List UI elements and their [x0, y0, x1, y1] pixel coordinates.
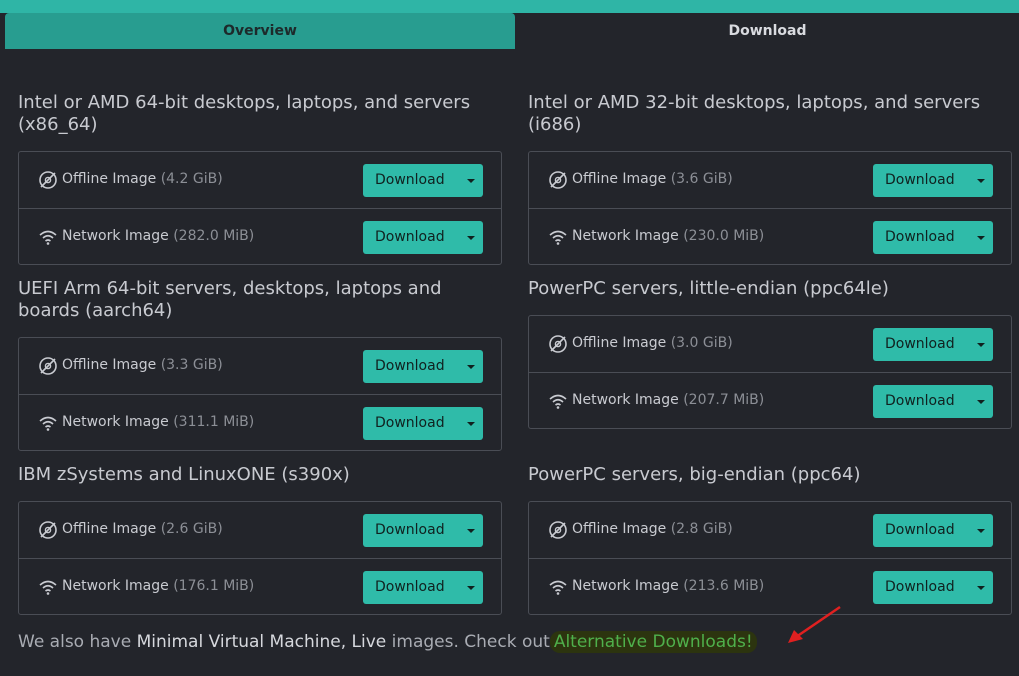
tab-overview[interactable]: Overview: [5, 13, 515, 49]
row-label: Offline Image (4.2 GiB): [62, 171, 223, 187]
download-button[interactable]: Download: [873, 221, 993, 254]
section-x86_64: Intel or AMD 64-bit desktops, laptops, a…: [18, 92, 502, 265]
footer-note: We also have Minimal Virtual Machine, Li…: [18, 631, 757, 653]
offline-image-row: Offline Image (3.0 GiB) Download: [529, 316, 1011, 372]
footer-middle: images. Check out: [391, 632, 550, 652]
caret-down-icon[interactable]: [977, 400, 985, 404]
download-button[interactable]: Download: [363, 571, 483, 604]
offline-image-row: Offline Image (3.6 GiB) Download: [529, 152, 1011, 208]
network-image-row: Network Image (213.6 MiB) Download: [529, 558, 1011, 614]
row-label: Network Image (176.1 MiB): [62, 578, 255, 594]
footer-live: Live: [351, 632, 387, 652]
disc-icon: [549, 335, 567, 353]
disc-icon: [39, 521, 57, 539]
caret-down-icon[interactable]: [467, 365, 475, 369]
download-button[interactable]: Download: [363, 514, 483, 547]
section-ppc64le: PowerPC servers, little-endian (ppc64le)…: [528, 278, 1012, 429]
row-label: Network Image (207.7 MiB): [572, 392, 765, 408]
section-aarch64: UEFI Arm 64-bit servers, desktops, lapto…: [18, 278, 502, 451]
wifi-icon: [549, 580, 567, 595]
caret-down-icon[interactable]: [977, 586, 985, 590]
caret-down-icon[interactable]: [977, 236, 985, 240]
caret-down-icon[interactable]: [467, 236, 475, 240]
download-button[interactable]: Download: [873, 385, 993, 418]
row-label: Offline Image (3.6 GiB): [572, 171, 733, 187]
offline-image-row: Offline Image (3.3 GiB) Download: [19, 338, 501, 394]
download-button[interactable]: Download: [363, 164, 483, 197]
download-button[interactable]: Download: [873, 164, 993, 197]
row-label: Offline Image (2.8 GiB): [572, 521, 733, 537]
row-label: Offline Image (3.0 GiB): [572, 335, 733, 351]
tab-bar: Overview Download: [0, 13, 1019, 49]
alternative-downloads-link[interactable]: Alternative Downloads!: [549, 631, 757, 653]
caret-down-icon[interactable]: [467, 529, 475, 533]
footer-minimal: Minimal Virtual Machine,: [136, 632, 347, 652]
offline-image-row: Offline Image (2.8 GiB) Download: [529, 502, 1011, 558]
network-image-row: Network Image (282.0 MiB) Download: [19, 208, 501, 264]
caret-down-icon[interactable]: [467, 422, 475, 426]
top-accent-bar: [0, 0, 1019, 13]
image-card: Offline Image (3.0 GiB) Download Network…: [528, 315, 1012, 429]
caret-down-icon[interactable]: [977, 343, 985, 347]
row-label: Network Image (282.0 MiB): [62, 228, 255, 244]
image-card: Offline Image (2.8 GiB) Download Network…: [528, 501, 1012, 615]
network-image-row: Network Image (230.0 MiB) Download: [529, 208, 1011, 264]
caret-down-icon[interactable]: [467, 179, 475, 183]
disc-icon: [549, 521, 567, 539]
wifi-icon: [39, 416, 57, 431]
row-label: Offline Image (3.3 GiB): [62, 357, 223, 373]
download-button[interactable]: Download: [363, 221, 483, 254]
wifi-icon: [39, 580, 57, 595]
footer-prefix: We also have: [18, 632, 132, 652]
row-label: Network Image (230.0 MiB): [572, 228, 765, 244]
download-button[interactable]: Download: [873, 571, 993, 604]
section-title: Intel or AMD 64-bit desktops, laptops, a…: [18, 92, 471, 135]
disc-icon: [549, 171, 567, 189]
row-label: Offline Image (2.6 GiB): [62, 521, 223, 537]
download-button[interactable]: Download: [873, 328, 993, 361]
image-card: Offline Image (2.6 GiB) Download Network…: [18, 501, 502, 615]
network-image-row: Network Image (176.1 MiB) Download: [19, 558, 501, 614]
download-button[interactable]: Download: [363, 407, 483, 440]
offline-image-row: Offline Image (2.6 GiB) Download: [19, 502, 501, 558]
network-image-row: Network Image (207.7 MiB) Download: [529, 372, 1011, 428]
annotation-arrow-icon: [788, 605, 841, 643]
image-card: Offline Image (4.2 GiB) Download Network…: [18, 151, 502, 265]
row-label: Network Image (213.6 MiB): [572, 578, 765, 594]
tab-download[interactable]: Download: [516, 13, 1019, 49]
image-card: Offline Image (3.3 GiB) Download Network…: [18, 337, 502, 451]
section-title: UEFI Arm 64-bit servers, desktops, lapto…: [18, 278, 442, 321]
disc-icon: [39, 357, 57, 375]
caret-down-icon[interactable]: [977, 179, 985, 183]
wifi-icon: [549, 394, 567, 409]
wifi-icon: [549, 230, 567, 245]
download-button[interactable]: Download: [873, 514, 993, 547]
network-image-row: Network Image (311.1 MiB) Download: [19, 394, 501, 450]
offline-image-row: Offline Image (4.2 GiB) Download: [19, 152, 501, 208]
image-card: Offline Image (3.6 GiB) Download Network…: [528, 151, 1012, 265]
download-button[interactable]: Download: [363, 350, 483, 383]
section-i686: Intel or AMD 32-bit desktops, laptops, a…: [528, 92, 1012, 265]
section-title: Intel or AMD 32-bit desktops, laptops, a…: [528, 92, 981, 135]
section-ppc64: PowerPC servers, big-endian (ppc64) Offl…: [528, 464, 1012, 615]
caret-down-icon[interactable]: [977, 529, 985, 533]
wifi-icon: [39, 230, 57, 245]
section-s390x: IBM zSystems and LinuxONE (s390x) Offlin…: [18, 464, 502, 615]
caret-down-icon[interactable]: [467, 586, 475, 590]
disc-icon: [39, 171, 57, 189]
row-label: Network Image (311.1 MiB): [62, 414, 255, 430]
